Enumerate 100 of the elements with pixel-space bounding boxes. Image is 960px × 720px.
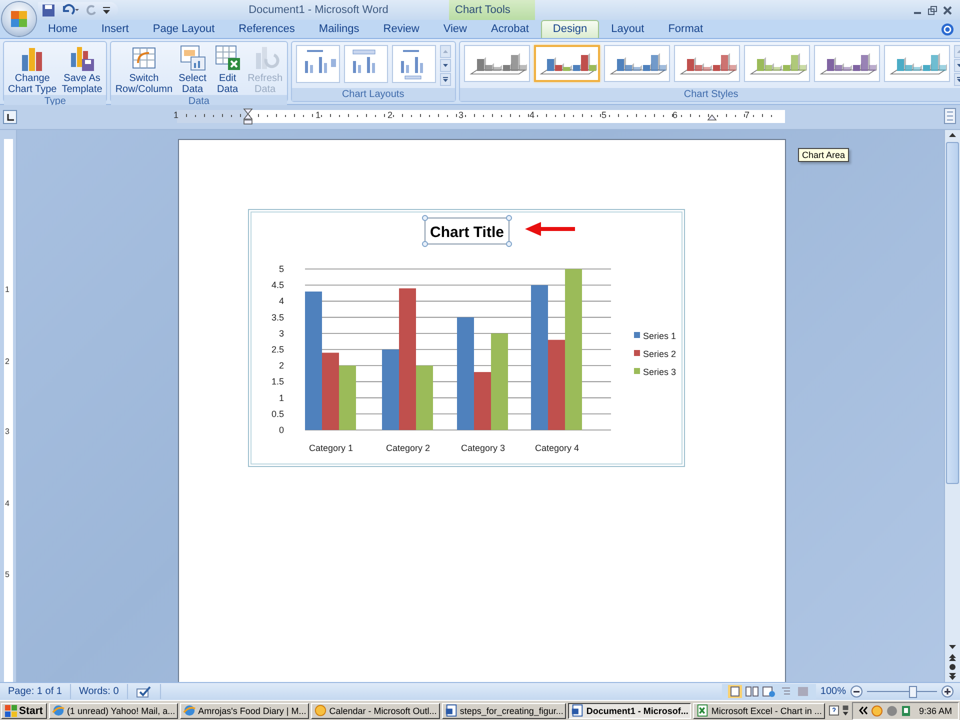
web-layout-icon[interactable] xyxy=(762,685,776,698)
undo-icon[interactable] xyxy=(61,4,79,16)
ribbon-tab[interactable]: Review xyxy=(371,20,432,38)
ruler-number: 5 xyxy=(5,570,10,579)
office-logo-icon xyxy=(9,9,29,29)
word-count[interactable]: Words: 0 xyxy=(70,684,128,699)
ribbon-tab[interactable]: Page Layout xyxy=(140,20,227,38)
excel-app-icon xyxy=(696,704,710,717)
chart-style-thumbnail[interactable] xyxy=(744,45,810,82)
window-title: Document1 - Microsoft Word xyxy=(248,4,390,16)
taskbar-button[interactable]: Calendar - Microsoft Outl... xyxy=(311,702,440,718)
legend-label: Series 1 xyxy=(643,331,676,341)
ruler-number: 1 xyxy=(5,285,10,294)
help-icon[interactable] xyxy=(828,705,839,716)
axis-tick-label: 3 xyxy=(278,328,284,338)
expand-tray-icon[interactable] xyxy=(858,706,868,715)
axis-tick-label: 4 xyxy=(278,296,284,306)
print-layout-icon[interactable] xyxy=(728,685,742,698)
reading-layout-icon[interactable] xyxy=(745,685,760,698)
browser-app-icon xyxy=(52,704,65,717)
ruler-number: 5 xyxy=(602,110,606,120)
network-icon[interactable] xyxy=(840,704,850,717)
category-label: Category 4 xyxy=(534,443,580,453)
category-label: Category 1 xyxy=(308,443,354,453)
chart-layout-thumbnail[interactable] xyxy=(392,45,436,83)
chart-style-thumbnail[interactable] xyxy=(674,45,740,82)
word-app-icon xyxy=(571,704,584,717)
title-selection-box[interactable] xyxy=(422,215,512,247)
left-tab-icon xyxy=(6,114,14,120)
taskbar-button[interactable]: steps_for_creating_figur... xyxy=(442,702,566,718)
scroll-down-icon[interactable] xyxy=(440,59,451,72)
tooltip: Chart Area xyxy=(798,148,850,162)
more-styles-icon[interactable] xyxy=(440,73,451,86)
legend-label: Series 3 xyxy=(643,367,676,377)
axis-tick-label: 3.5 xyxy=(271,312,284,322)
axis-tick-label: 4.5 xyxy=(271,280,284,290)
select-data-icon xyxy=(178,43,208,73)
ribbon-tab[interactable]: References xyxy=(226,20,307,38)
previous-page-icon[interactable] xyxy=(947,652,958,662)
ruler-margin xyxy=(177,110,248,123)
ribbon-tab[interactable]: Format xyxy=(656,20,716,38)
category-label: Category 3 xyxy=(460,443,506,453)
ribbon-tab[interactable]: View xyxy=(431,20,479,38)
scrollbar-thumb[interactable] xyxy=(946,142,959,484)
axis-tick-label: 1 xyxy=(278,392,284,403)
axis-tick-label: 2.5 xyxy=(271,344,284,354)
ruler-number: 2 xyxy=(5,357,10,366)
zoom-in-icon[interactable] xyxy=(941,685,954,698)
right-indent-marker[interactable] xyxy=(707,114,717,120)
chart-style-thumbnail[interactable] xyxy=(884,45,950,82)
ribbon-button[interactable]: Change Chart Type xyxy=(6,43,59,95)
windows-logo-icon xyxy=(5,704,17,716)
browser-app-icon xyxy=(183,704,196,717)
ribbon-tab[interactable]: Acrobat xyxy=(479,20,541,38)
save-icon[interactable] xyxy=(42,4,55,16)
ribbon-tab[interactable]: Mailings xyxy=(306,20,372,38)
page-count[interactable]: Page: 1 of 1 xyxy=(0,684,71,699)
indent-marker[interactable] xyxy=(243,108,253,124)
ruler-number: 4 xyxy=(5,499,10,508)
ruler-number: 1 xyxy=(316,110,320,120)
zoom-level[interactable]: 100% xyxy=(816,686,850,697)
slider-thumb[interactable] xyxy=(908,686,916,698)
help-icon[interactable] xyxy=(941,23,954,36)
chart-layout-thumbnail[interactable] xyxy=(344,45,388,83)
contextual-tab-label: Chart Tools xyxy=(449,0,535,20)
view-ruler-icon[interactable] xyxy=(944,108,956,124)
ribbon-tab[interactable]: Home xyxy=(36,20,90,38)
ribbon-tab[interactable]: Design xyxy=(540,20,600,38)
ribbon-tab[interactable]: Layout xyxy=(599,20,656,38)
taskbar-button[interactable]: Amrojas's Food Diary | M... xyxy=(180,702,310,718)
chart-style-thumbnail[interactable] xyxy=(604,45,670,82)
ribbon-tab[interactable]: Insert xyxy=(89,20,141,38)
office-button[interactable] xyxy=(2,2,36,36)
customize-toolbar-icon[interactable] xyxy=(103,6,110,14)
tab-stop-selector[interactable] xyxy=(3,110,17,124)
taskbar-button[interactable]: (1 unread) Yahoo! Mail, a... xyxy=(48,702,178,718)
chart-layout-thumbnail[interactable] xyxy=(296,45,340,83)
taskbar-button[interactable]: Microsoft Excel - Chart in ... xyxy=(693,702,825,718)
category-label: Category 2 xyxy=(386,443,430,453)
document-check-icon[interactable] xyxy=(900,704,912,716)
chart-style-thumbnail[interactable] xyxy=(534,45,600,82)
axis-tick-label: 2 xyxy=(278,360,284,371)
close-icon[interactable] xyxy=(943,6,952,14)
chart-style-thumbnail[interactable] xyxy=(814,45,880,82)
ribbon-button[interactable]: Select Data xyxy=(176,43,210,95)
zoom-out-icon[interactable] xyxy=(850,685,863,698)
restore-icon[interactable] xyxy=(928,6,937,14)
ribbon-button[interactable]: Switch Row/Column xyxy=(113,43,175,95)
taskbar-button[interactable]: Document1 - Microsof... xyxy=(568,702,692,718)
start-button[interactable]: Start xyxy=(1,702,47,718)
axis-tick-label: 0 xyxy=(278,425,284,435)
ribbon-button[interactable]: Save As Template xyxy=(60,43,104,95)
proofing-icon[interactable] xyxy=(136,686,152,698)
ribbon-button[interactable]: Edit Data xyxy=(210,43,245,95)
ruler-number: 1 xyxy=(174,110,178,120)
clock: 9:36 AM xyxy=(918,706,952,716)
legend-label: Series 2 xyxy=(643,349,676,359)
ruler-number: 6 xyxy=(672,110,678,120)
chart-style-thumbnail[interactable] xyxy=(464,45,530,82)
group-label: Chart Layouts xyxy=(292,88,455,101)
